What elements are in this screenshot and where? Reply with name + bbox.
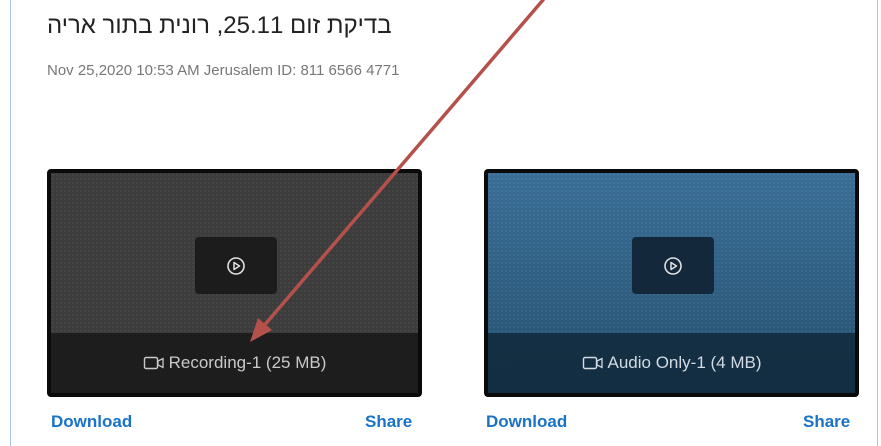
recording-label: Recording-1 (25 MB) — [168, 353, 327, 372]
meeting-title: בדיקת זום 25.11, רונית בתור אריה — [47, 12, 392, 39]
play-circle-icon — [226, 256, 246, 276]
video-camera-icon — [582, 355, 604, 371]
download-link[interactable]: Download — [486, 412, 567, 432]
recording-card-audio[interactable]: Audio Only-1 (4 MB) — [484, 169, 859, 397]
download-link[interactable]: Download — [51, 412, 132, 432]
share-link[interactable]: Share — [803, 412, 850, 432]
share-link[interactable]: Share — [365, 412, 412, 432]
recording-caption: Audio Only-1 (4 MB) — [488, 333, 855, 393]
play-circle-icon — [663, 256, 683, 276]
play-button[interactable] — [632, 237, 714, 294]
video-camera-icon — [143, 355, 165, 371]
play-button[interactable] — [195, 237, 277, 294]
recording-label: Audio Only-1 (4 MB) — [607, 353, 762, 372]
recording-card-video[interactable]: Recording-1 (25 MB) — [47, 169, 422, 397]
meeting-meta: Nov 25,2020 10:53 AM Jerusalem ID: 811 6… — [47, 62, 400, 79]
recording-caption: Recording-1 (25 MB) — [51, 333, 418, 393]
